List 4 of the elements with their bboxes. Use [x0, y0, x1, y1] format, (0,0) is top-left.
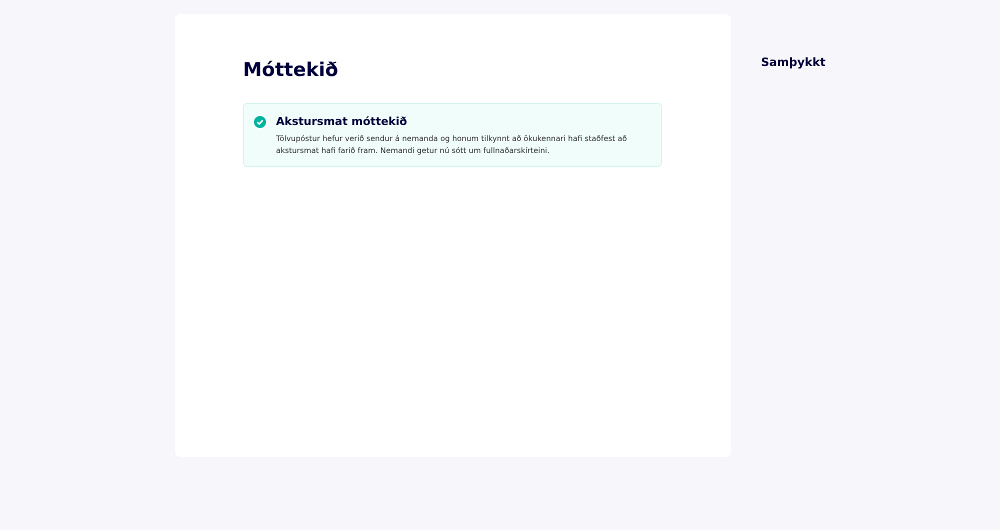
- alert-title: Akstursmat móttekið: [276, 115, 408, 128]
- check-circle-icon: [254, 116, 266, 128]
- step-label: Samþykkt: [761, 55, 826, 69]
- page-title: Móttekið: [243, 59, 340, 81]
